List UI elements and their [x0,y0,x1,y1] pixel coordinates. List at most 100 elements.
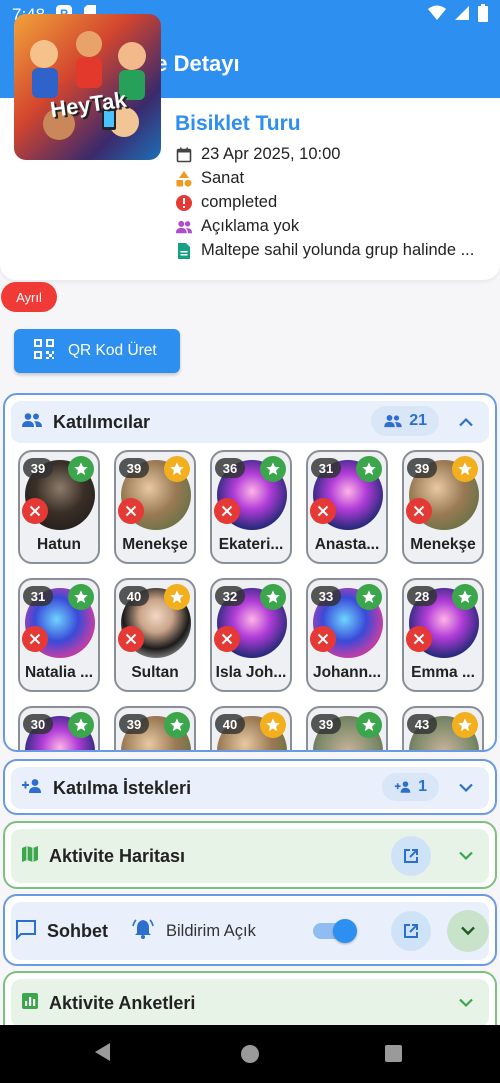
activity-datetime: 23 Apr 2025, 10:00 [201,145,341,163]
system-nav-bar [0,1025,500,1083]
battery-icon [478,3,488,27]
star-button[interactable] [164,456,190,482]
nav-recents-icon[interactable] [385,1045,402,1062]
star-button[interactable] [68,456,94,482]
toggle-knob [333,919,357,943]
join-requests-title: Katılma İstekleri [53,777,192,798]
participant-card[interactable]: 28 Emma ... [402,578,484,692]
remove-participant-button[interactable] [310,626,336,652]
participant-card[interactable]: 39 Menekşe [402,450,484,564]
remove-participant-button[interactable] [118,626,144,652]
star-button[interactable] [356,456,382,482]
participant-name: Sultan [131,664,179,681]
leave-button[interactable]: Ayrıl [1,282,57,312]
collapse-button[interactable] [455,411,477,433]
people-icon [175,218,193,236]
bar-chart-icon [21,992,39,1015]
participant-name: Menekşe [410,536,476,553]
star-button[interactable] [164,584,190,610]
participant-card[interactable]: 32 Isla Joh... [210,578,292,692]
chevron-up-icon [459,417,473,427]
info-icon [175,194,193,212]
participant-card[interactable]: 31 Natalia ... [18,578,100,692]
remove-participant-button[interactable] [214,626,240,652]
calendar-icon [175,146,193,164]
remove-participant-button[interactable] [406,498,432,524]
generate-qr-button[interactable]: QR Kod Üret [14,329,180,373]
activity-location-row: Maltepe sahil yolunda grup halinde ... [175,241,474,260]
activity-map-header[interactable]: Aktivite Haritası [11,829,489,883]
category-shapes-icon [175,170,193,188]
participant-card[interactable]: 39 Hatun [18,450,100,564]
remove-participant-button[interactable] [310,498,336,524]
star-button[interactable] [260,712,286,738]
star-button[interactable] [68,584,94,610]
open-map-button[interactable] [391,836,431,876]
close-icon [29,633,41,645]
activity-polls-header[interactable]: Aktivite Anketleri [11,979,489,1027]
activity-description-row: Açıklama yok [175,217,299,236]
participants-count-badge: 21 [371,406,439,436]
activity-status: completed [201,193,278,211]
participant-name: Johann... [312,664,382,681]
remove-participant-button[interactable] [118,498,144,524]
expand-button[interactable] [447,910,489,952]
participant-card[interactable]: 33 Johann... [306,578,388,692]
star-icon [266,718,280,731]
star-icon [74,590,88,603]
remove-participant-button[interactable] [22,626,48,652]
expand-button[interactable] [455,777,477,799]
remove-participant-button[interactable] [406,626,432,652]
star-icon [170,462,184,475]
notification-toggle[interactable] [311,919,359,943]
star-button[interactable] [260,584,286,610]
star-icon [170,718,184,731]
chat-header[interactable]: Sohbet Bildirim Açık [11,902,489,960]
star-button[interactable] [356,712,382,738]
participant-card[interactable]: 31 Anasta... [306,450,388,564]
participant-card[interactable]: 40 Sultan [114,578,196,692]
age-badge: 28 [407,586,437,606]
star-button[interactable] [356,584,382,610]
remove-participant-button[interactable] [22,498,48,524]
close-icon [125,633,137,645]
star-icon [266,462,280,475]
participant-card[interactable]: 39 Menekşe [114,450,196,564]
close-icon [221,505,233,517]
nav-back-icon[interactable] [95,1043,110,1061]
activity-polls-section: Aktivite Anketleri [3,971,497,1027]
chevron-down-icon [461,926,475,936]
remove-participant-button[interactable] [214,498,240,524]
open-chat-button[interactable] [391,911,431,951]
star-button[interactable] [452,712,478,738]
group-icon [384,415,402,428]
age-badge: 31 [23,586,53,606]
star-icon [458,718,472,731]
participant-card[interactable]: 43 [402,706,484,750]
close-icon [29,505,41,517]
participant-card[interactable]: 39 [306,706,388,750]
star-button[interactable] [68,712,94,738]
join-requests-section: Katılma İstekleri 1 [3,759,497,815]
participant-card[interactable]: 30 [18,706,100,750]
close-icon [413,505,425,517]
expand-button[interactable] [455,992,477,1014]
participant-card[interactable]: 39 [114,706,196,750]
expand-button[interactable] [455,845,477,867]
participant-name: Anasta... [314,536,380,553]
join-requests-header[interactable]: Katılma İstekleri 1 [11,767,489,809]
star-button[interactable] [164,712,190,738]
participants-header[interactable]: Katılımcılar 21 [11,401,489,443]
activity-category-row: Sanat [175,169,244,188]
activity-title: Bisiklet Turu [175,112,301,135]
participant-card[interactable]: 36 Ekateri... [210,450,292,564]
participant-card[interactable]: 40 [210,706,292,750]
star-button[interactable] [452,456,478,482]
activity-image[interactable]: HeyTak [14,14,161,160]
activity-description: Açıklama yok [201,217,300,235]
star-button[interactable] [260,456,286,482]
activity-map-section: Aktivite Haritası [3,821,497,889]
nav-home-icon[interactable] [241,1045,259,1063]
star-button[interactable] [452,584,478,610]
qr-code-icon [32,337,56,366]
